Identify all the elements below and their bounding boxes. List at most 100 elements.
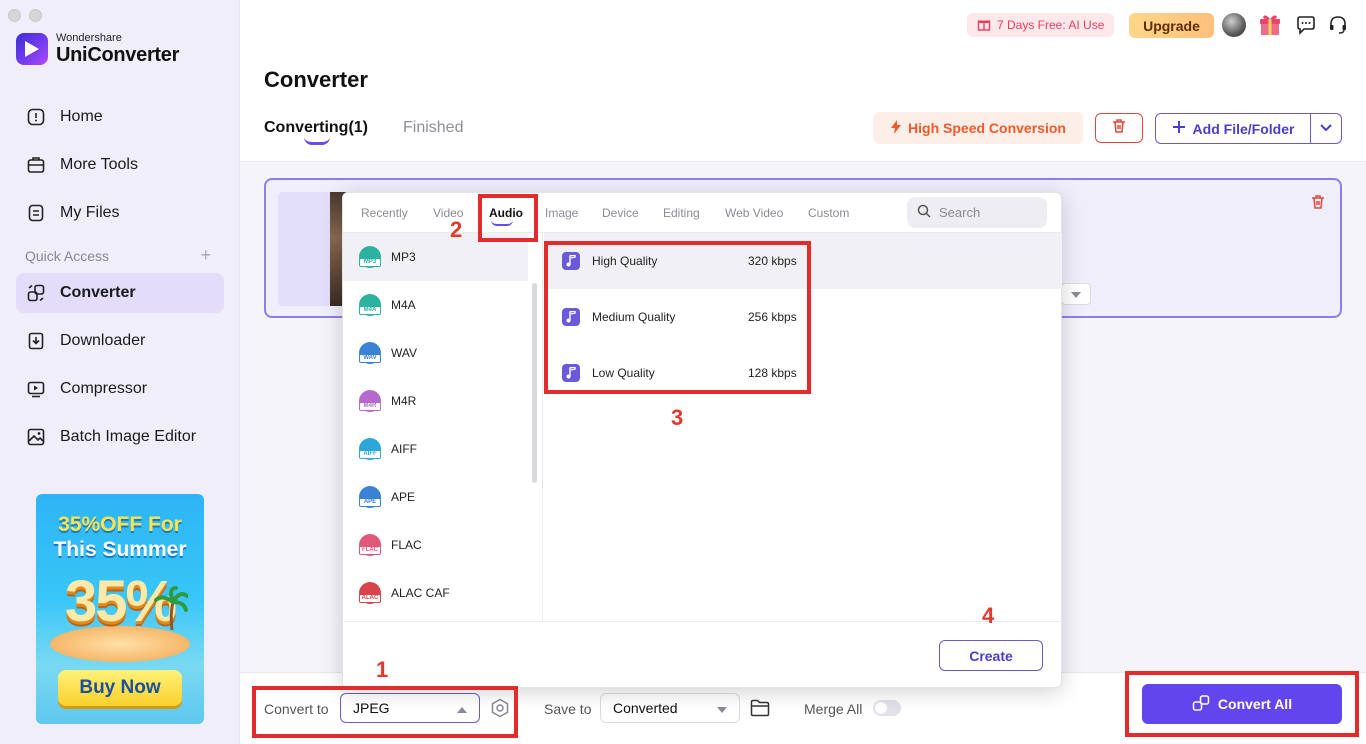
promo-line-2: This Summer — [53, 538, 187, 561]
save-to-value: Converted — [613, 700, 678, 716]
tab-web-video[interactable]: Web Video — [725, 206, 783, 220]
download-icon — [26, 331, 46, 351]
chevron-down-icon — [1071, 285, 1081, 303]
add-file-folder-button[interactable]: Add File/Folder — [1156, 114, 1311, 143]
add-file-label: Add File/Folder — [1192, 120, 1295, 137]
upgrade-button[interactable]: Upgrade — [1129, 13, 1214, 38]
format-label: M4A — [391, 298, 416, 312]
format-item-alac-caf[interactable]: ALAC ALAC CAF — [343, 569, 528, 617]
quick-access-add-button[interactable]: + — [200, 246, 211, 264]
ape-icon: APE — [359, 486, 381, 508]
sidebar-item-compressor[interactable]: Compressor — [16, 369, 224, 409]
tab-converting[interactable]: Converting(1) — [264, 119, 368, 137]
m4r-icon: M4R — [359, 390, 381, 412]
format-label: ALAC CAF — [391, 586, 450, 600]
annotation-number-1: 1 — [376, 657, 389, 682]
m4a-icon: M4A — [359, 294, 381, 316]
add-file-dropdown-button[interactable] — [1311, 114, 1341, 143]
app-logo-icon — [16, 33, 48, 65]
buy-now-button[interactable]: Buy Now — [58, 670, 182, 706]
window-close-button[interactable] — [8, 9, 21, 22]
active-tab-indicator — [304, 137, 330, 145]
sidebar-item-batch-image-editor[interactable]: Batch Image Editor — [16, 417, 224, 457]
mp3-icon: MP3 — [359, 246, 381, 268]
merge-all-toggle[interactable] — [873, 700, 901, 716]
promo-title: 35%OFF For This Summer — [36, 512, 204, 562]
tab-custom[interactable]: Custom — [808, 206, 849, 220]
sidebar: Wondershare UniConverter Home More Tools… — [0, 0, 240, 744]
alac-caf-icon: ALAC — [359, 582, 381, 604]
sidebar-item-label: More Tools — [60, 156, 138, 173]
format-item-ape[interactable]: APE APE — [343, 473, 528, 521]
page-title: Converter — [264, 67, 368, 92]
format-item-flac[interactable]: FLAC FLAC — [343, 521, 528, 569]
format-item-m4a[interactable]: M4A M4A — [343, 281, 528, 329]
wav-icon: WAV — [359, 342, 381, 364]
create-button[interactable]: Create — [939, 640, 1043, 671]
gift-box-icon[interactable] — [1258, 13, 1282, 37]
add-file-folder-control: Add File/Folder — [1155, 113, 1342, 144]
ai-trial-badge[interactable]: 7 Days Free: AI Use — [967, 13, 1115, 37]
flac-icon: FLAC — [359, 534, 381, 556]
high-speed-conversion-button[interactable]: High Speed Conversion — [873, 112, 1083, 144]
gift-icon — [977, 17, 991, 34]
tab-finished[interactable]: Finished — [403, 119, 463, 137]
chevron-down-icon — [1319, 120, 1333, 138]
chat-icon[interactable] — [1294, 13, 1318, 37]
search-icon — [917, 204, 931, 221]
sidebar-item-label: Downloader — [60, 332, 146, 349]
output-format-dropdown[interactable] — [1061, 283, 1091, 305]
sidebar-item-converter[interactable]: Converter — [16, 273, 224, 313]
annotation-number-3: 3 — [671, 405, 684, 430]
lightning-icon — [890, 119, 902, 137]
toolbox-icon — [26, 155, 46, 175]
format-item-aiff[interactable]: AIFF AIFF — [343, 425, 528, 473]
format-label: WAV — [391, 346, 417, 360]
annotation-box-3 — [544, 241, 811, 394]
compress-icon — [26, 379, 46, 399]
sidebar-item-label: My Files — [60, 204, 120, 221]
tab-image[interactable]: Image — [545, 206, 578, 220]
tab-recently[interactable]: Recently — [361, 206, 408, 220]
trial-text: 7 Days Free: AI Use — [997, 18, 1105, 32]
format-label: FLAC — [391, 538, 422, 552]
trash-icon — [1310, 195, 1326, 214]
format-list-scrollbar[interactable] — [532, 283, 537, 483]
audio-format-list: MP3 MP3 M4A M4A WAV WAV M4R M4R AIFF AIF… — [343, 233, 543, 621]
window-minimize-button[interactable] — [29, 9, 42, 22]
sidebar-item-home[interactable]: Home — [16, 97, 224, 137]
save-to-select[interactable]: Converted — [600, 693, 740, 723]
brand-product: UniConverter — [56, 44, 180, 66]
search-placeholder: Search — [939, 205, 981, 220]
remove-file-button[interactable] — [1310, 194, 1326, 215]
brand: Wondershare UniConverter — [16, 32, 179, 66]
avatar[interactable] — [1222, 13, 1246, 37]
sidebar-item-downloader[interactable]: Downloader — [16, 321, 224, 361]
annotation-number-2: 2 — [450, 217, 463, 242]
high-speed-label: High Speed Conversion — [908, 120, 1066, 136]
file-icon — [26, 203, 46, 223]
format-search-input[interactable]: Search — [907, 197, 1047, 228]
format-label: AIFF — [391, 442, 417, 456]
format-item-wav[interactable]: WAV WAV — [343, 329, 528, 377]
tab-editing[interactable]: Editing — [663, 206, 700, 220]
brand-company: Wondershare — [56, 32, 122, 44]
format-label: APE — [391, 490, 416, 504]
image-edit-icon — [26, 427, 46, 447]
promo-banner[interactable]: 35%OFF For This Summer 35% Buy Now — [36, 494, 204, 724]
tab-device[interactable]: Device — [602, 206, 639, 220]
aiff-icon: AIFF — [359, 438, 381, 460]
sidebar-item-more-tools[interactable]: More Tools — [16, 145, 224, 185]
delete-all-button[interactable] — [1095, 113, 1143, 143]
open-folder-button[interactable] — [750, 699, 770, 722]
sidebar-item-label: Converter — [60, 284, 136, 301]
sidebar-item-label: Compressor — [60, 380, 148, 397]
format-item-m4r[interactable]: M4R M4R — [343, 377, 528, 425]
quick-access-label: Quick Access — [25, 248, 110, 264]
sidebar-item-my-files[interactable]: My Files — [16, 193, 224, 233]
save-to-label: Save to — [544, 701, 592, 717]
home-icon — [26, 107, 46, 127]
annotation-box-convert-all — [1125, 671, 1359, 737]
annotation-number-4: 4 — [982, 603, 995, 628]
headset-icon[interactable] — [1326, 13, 1350, 37]
